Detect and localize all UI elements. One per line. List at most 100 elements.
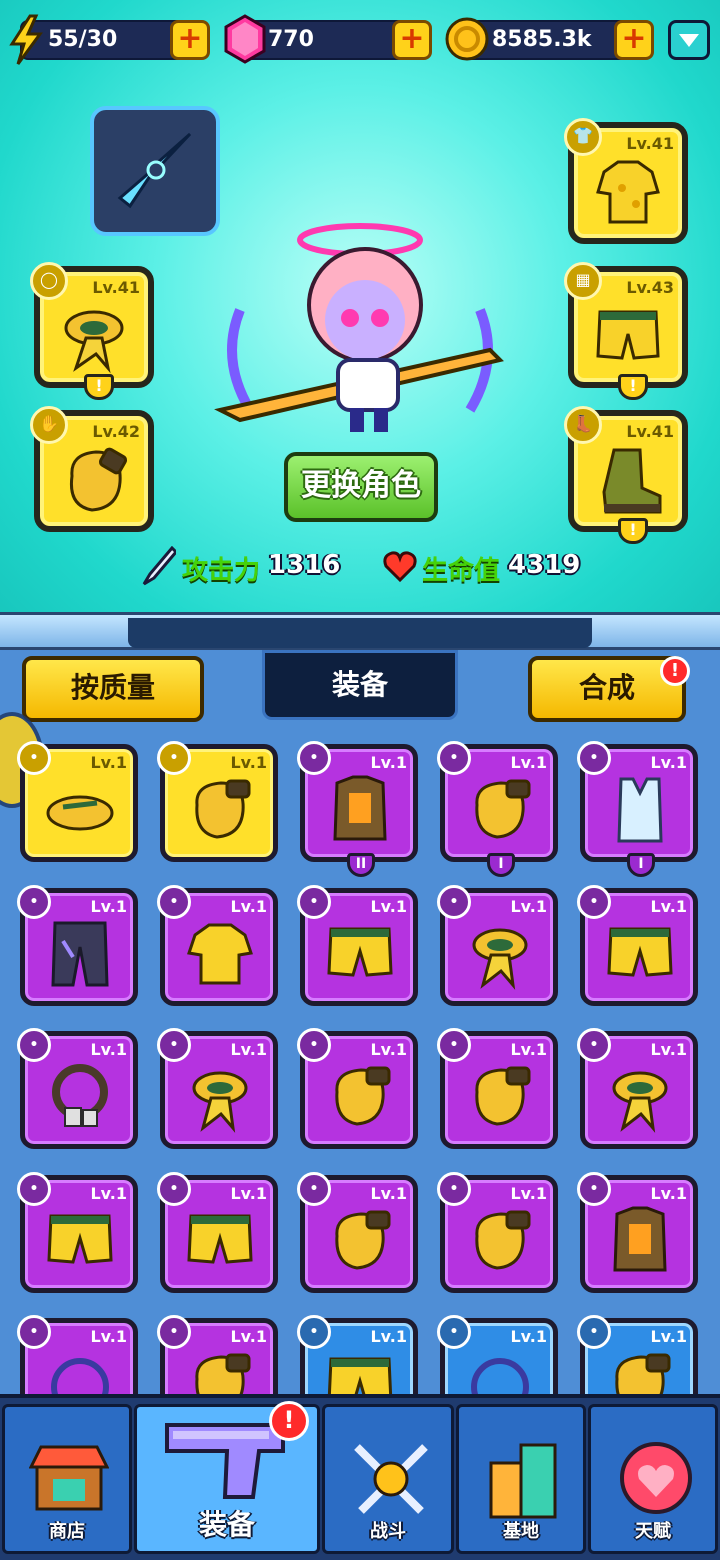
dagger-icon — [117, 132, 192, 209]
nav-talent-label: 天赋 — [635, 1521, 671, 1542]
upgrade-alert-icon: ! — [618, 518, 648, 544]
knife-icon — [142, 546, 176, 586]
scarf-icon — [612, 1071, 668, 1133]
shorts-badge-icon: ▦ — [564, 262, 602, 300]
nav-battle[interactable]: 战斗 — [322, 1404, 454, 1554]
shorts-icon — [607, 927, 673, 977]
inventory-item[interactable]: • Lv.1 — [437, 1172, 558, 1293]
equip-slot-shirt[interactable]: 👕 Lv.41 — [564, 118, 688, 244]
glove-icon — [335, 1066, 391, 1126]
nav-talent[interactable]: 天赋 — [588, 1404, 718, 1554]
nav-equipment-label: 装备 — [198, 1508, 255, 1541]
slot-level: Lv.43 — [626, 278, 674, 297]
nav-base-label: 基地 — [503, 1521, 539, 1542]
glove-icon — [69, 447, 128, 512]
sandal-icon — [46, 795, 114, 831]
inventory-item[interactable]: • Lv.1 — [17, 885, 138, 1006]
inventory-item[interactable]: • Lv.1 — [297, 885, 418, 1006]
glove-icon — [335, 1210, 391, 1270]
boots-icon — [602, 448, 662, 514]
item-level: Lv.1 — [370, 753, 407, 772]
inventory-item[interactable]: • Lv.1 — [157, 1028, 278, 1149]
item-level: Lv.1 — [90, 1327, 127, 1346]
shirt-icon — [187, 923, 253, 985]
necklace-icon — [52, 1064, 108, 1127]
menu-dropdown-button[interactable] — [668, 20, 710, 60]
slot-type-badge-icon: • — [577, 1315, 611, 1349]
inventory-item[interactable]: • Lv.1 — [577, 1028, 698, 1149]
inventory-item[interactable]: • Lv.1 — [297, 1028, 418, 1149]
scarf-icon — [472, 928, 528, 990]
heart-shield-icon — [620, 1442, 692, 1514]
upgrade-alert-icon: ! — [84, 374, 114, 400]
slot-type-badge-icon: • — [157, 1315, 191, 1349]
nav-equipment[interactable]: 装备 ! — [134, 1401, 320, 1554]
slot-type-badge-icon: • — [157, 741, 191, 775]
shorts-icon — [47, 1214, 113, 1264]
coin-add-button[interactable]: + — [614, 20, 654, 60]
equip-slot-necklace[interactable]: ◯ Lv.41 ! — [30, 262, 154, 400]
merge-alert-badge: ! — [660, 656, 690, 686]
slot-type-badge-icon: • — [157, 1172, 191, 1206]
item-level: Lv.1 — [90, 1040, 127, 1059]
slot-type-badge-icon: • — [157, 885, 191, 919]
equip-slot-shorts[interactable]: ▦ Lv.43 ! — [564, 262, 688, 400]
nav-shop[interactable]: 商店 — [2, 1404, 132, 1554]
energy-add-button[interactable]: + — [170, 20, 210, 60]
inventory-item[interactable]: • Lv.1 — [577, 1172, 698, 1293]
attack-value: 1316 — [268, 550, 341, 580]
gem-icon — [224, 14, 266, 64]
coin-value: 8585.3k — [492, 27, 592, 52]
armor-vest-icon — [333, 775, 387, 841]
inventory-item[interactable]: • Lv.1 I — [437, 741, 558, 877]
building-icon — [489, 1443, 557, 1519]
slot-type-badge-icon: • — [577, 1172, 611, 1206]
shorts-icon — [187, 1214, 253, 1264]
item-level: Lv.1 — [90, 1184, 127, 1203]
gem-add-button[interactable]: + — [392, 20, 432, 60]
scarf-icon — [192, 1071, 248, 1133]
item-level: Lv.1 — [510, 897, 547, 916]
inventory-item[interactable]: • Lv.1 II — [297, 741, 418, 877]
item-level: Lv.1 — [230, 753, 267, 772]
sort-by-quality-button[interactable]: 按质量 — [22, 656, 204, 722]
change-character-button[interactable]: 更换角色 — [284, 452, 438, 522]
inventory-item[interactable]: • Lv.1 — [17, 1028, 138, 1149]
inventory-item[interactable]: • Lv.1 — [17, 741, 138, 862]
character-portrait — [214, 223, 504, 432]
inventory-item[interactable]: • Lv.1 — [157, 1172, 278, 1293]
hp-value: 4319 — [508, 550, 581, 580]
inventory-item[interactable]: • Lv.1 — [297, 1172, 418, 1293]
shorts-icon — [327, 927, 393, 977]
shop-icon — [29, 1445, 109, 1511]
inventory-item[interactable]: • Lv.1 I — [577, 741, 698, 877]
item-level: Lv.1 — [230, 1327, 267, 1346]
necklace-badge-icon: ◯ — [30, 262, 68, 300]
inventory-item[interactable]: • Lv.1 — [157, 741, 278, 862]
slot-type-badge-icon: • — [297, 1315, 331, 1349]
equip-slot-boots[interactable]: 👢 Lv.41 ! — [564, 406, 688, 544]
slot-type-badge-icon: • — [297, 741, 331, 775]
inventory-item[interactable]: • Lv.1 — [437, 1028, 558, 1149]
nav-shop-label: 商店 — [49, 1521, 85, 1542]
hp-label: 生命值 — [422, 556, 501, 586]
tab-equipment[interactable]: 装备 — [262, 650, 458, 720]
inventory-item[interactable]: • Lv.1 — [437, 885, 558, 1006]
shirt-icon — [596, 160, 660, 224]
item-level: Lv.1 — [370, 1184, 407, 1203]
item-level: Lv.1 — [650, 1327, 687, 1346]
glove-icon — [475, 779, 531, 839]
inventory-item[interactable]: • Lv.1 — [577, 885, 698, 1006]
slot-type-badge-icon: • — [17, 1028, 51, 1062]
nav-base[interactable]: 基地 — [456, 1404, 586, 1554]
slot-type-badge-icon: • — [17, 885, 51, 919]
boots-badge-icon: 👢 — [564, 406, 602, 444]
inventory-item[interactable]: • Lv.1 — [17, 1172, 138, 1293]
panel-divider-notch — [128, 618, 592, 648]
inventory-item[interactable]: • Lv.1 — [157, 885, 278, 1006]
slot-level: Lv.41 — [92, 278, 140, 297]
glove-icon — [475, 1210, 531, 1270]
item-level: Lv.1 — [650, 897, 687, 916]
equip-slot-glove[interactable]: ✋ Lv.42 — [30, 406, 154, 532]
item-level: Lv.1 — [510, 753, 547, 772]
